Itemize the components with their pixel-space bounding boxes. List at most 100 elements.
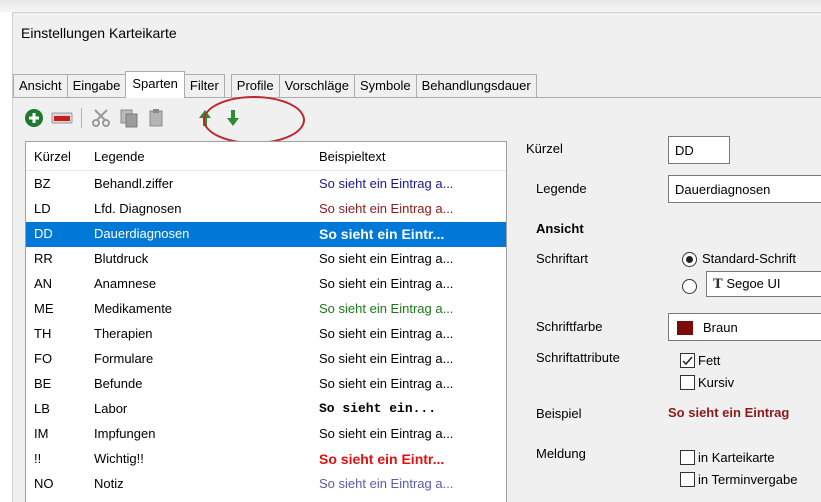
fett-checkbox[interactable] xyxy=(680,353,695,368)
schriftfarbe-label: Schriftfarbe xyxy=(536,319,603,334)
row-legende: Lfd. Diagnosen xyxy=(94,201,182,216)
font-custom-radio[interactable] xyxy=(682,279,697,294)
row-kuerzel: ME xyxy=(34,301,54,316)
kuerzel-label: Kürzel xyxy=(526,141,563,156)
row-legende: Befunde xyxy=(94,376,143,391)
row-beispieltext: So sieht ein Eintrag a... xyxy=(319,351,454,366)
row-beispieltext: So sieht ein Eintr... xyxy=(319,451,445,467)
add-icon[interactable] xyxy=(23,107,45,129)
row-beispieltext: So sieht ein Eintrag a... xyxy=(319,426,454,441)
in-karteikarte-label: in Karteikarte xyxy=(698,450,775,465)
row-legende: Medikamente xyxy=(94,301,173,316)
schriftart-label: Schriftart xyxy=(536,251,589,266)
row-kuerzel: BE xyxy=(34,376,52,391)
backdrop xyxy=(0,0,821,12)
ansicht-heading: Ansicht xyxy=(536,221,584,236)
kursiv-label: Kursiv xyxy=(698,375,735,390)
color-select[interactable]: Braun xyxy=(668,313,821,341)
row-kuerzel: IM xyxy=(34,426,49,441)
table-row[interactable]: DD Dauerdiagnosen So sieht ein Eintr... xyxy=(26,222,506,247)
row-legende: Therapien xyxy=(94,326,153,341)
legende-label: Legende xyxy=(536,181,587,196)
row-kuerzel: BZ xyxy=(34,176,51,191)
beispiel-label: Beispiel xyxy=(536,406,582,421)
kuerzel-field[interactable]: DD xyxy=(668,136,730,164)
row-beispieltext: So sieht ein Eintrag a... xyxy=(319,376,454,391)
table-row[interactable]: !! Wichtig!! So sieht ein Eintr... xyxy=(26,447,506,472)
row-kuerzel: LB xyxy=(34,401,50,416)
header-legende[interactable]: Legende xyxy=(94,149,145,164)
fett-label: Fett xyxy=(698,353,721,368)
header-kuerzel[interactable]: Kürzel xyxy=(34,149,71,164)
row-beispieltext: So sieht ein Eintrag a... xyxy=(319,326,454,341)
table-row[interactable]: TH Therapien So sieht ein Eintrag a... xyxy=(26,322,506,347)
row-beispieltext: So sieht ein Eintrag a... xyxy=(319,251,454,266)
row-kuerzel: AN xyxy=(34,276,53,291)
copy-icon[interactable] xyxy=(118,107,140,129)
header-beispieltext[interactable]: Beispieltext xyxy=(319,149,385,164)
table-row[interactable]: AN Anamnese So sieht ein Eintrag a... xyxy=(26,272,506,297)
row-beispieltext: So sieht ein Eintrag a... xyxy=(319,201,454,216)
row-legende: Dauerdiagnosen xyxy=(94,226,190,241)
row-kuerzel: !! xyxy=(34,451,42,466)
toolbar-separator xyxy=(81,108,82,128)
font-select-value: Segoe UI xyxy=(726,276,781,291)
list-header: Kürzel Legende Beispieltext xyxy=(26,142,506,171)
in-terminvergabe-checkbox[interactable] xyxy=(680,472,695,487)
tab-profile[interactable]: Profile xyxy=(230,74,280,97)
kursiv-checkbox[interactable] xyxy=(680,375,695,390)
cut-icon[interactable] xyxy=(90,107,112,129)
row-legende: Anamnese xyxy=(94,276,157,291)
in-karteikarte-checkbox[interactable] xyxy=(680,450,695,465)
table-row[interactable]: LB Labor So sieht ein... xyxy=(26,397,506,422)
row-kuerzel: RR xyxy=(34,251,53,266)
table-row[interactable]: BE Befunde So sieht ein Eintrag a... xyxy=(26,372,506,397)
row-legende: Behandl.ziffer xyxy=(94,176,174,191)
row-legende: Wichtig!! xyxy=(94,451,144,466)
table-row[interactable]: RR Blutdruck So sieht ein Eintrag a... xyxy=(26,247,506,272)
remove-icon[interactable] xyxy=(51,107,73,129)
row-legende: Blutdruck xyxy=(94,251,149,266)
row-beispieltext: So sieht ein Eintrag a... xyxy=(319,476,454,491)
tab-ansicht[interactable]: Ansicht xyxy=(13,74,68,97)
row-kuerzel: LD xyxy=(34,201,51,216)
row-kuerzel: TH xyxy=(34,326,52,341)
table-row[interactable]: ME Medikamente So sieht ein Eintrag a... xyxy=(26,297,506,322)
color-swatch xyxy=(677,321,693,335)
row-legende: Labor xyxy=(94,401,128,416)
meldung-label: Meldung xyxy=(536,446,586,461)
row-legende: Impfungen xyxy=(94,426,156,441)
row-legende: Notiz xyxy=(94,476,124,491)
highlight-circle xyxy=(203,96,305,144)
schriftattribute-label: Schriftattribute xyxy=(536,350,620,365)
tab-sparten[interactable]: Sparten xyxy=(125,71,185,98)
truetype-icon: T xyxy=(713,277,723,292)
row-kuerzel: DD xyxy=(34,226,53,241)
table-row[interactable]: NO Notiz So sieht ein Eintrag a... xyxy=(26,472,506,497)
row-beispieltext: So sieht ein Eintr... xyxy=(319,226,445,242)
tab-behandlungsdauer[interactable]: Behandlungsdauer xyxy=(415,74,537,97)
tab-symbole[interactable]: Symbole xyxy=(353,74,417,97)
in-terminvergabe-label: in Terminvergabe xyxy=(698,472,798,487)
tab-filter[interactable]: Filter xyxy=(183,74,225,97)
table-row[interactable]: IM Impfungen So sieht ein Eintrag a... xyxy=(26,422,506,447)
row-kuerzel: NO xyxy=(34,476,54,491)
row-beispieltext: So sieht ein... xyxy=(319,401,437,416)
tab-bar: Ansicht Eingabe Sparten Filter Profile V… xyxy=(13,71,537,98)
table-row[interactable]: BZ Behandl.ziffer So sieht ein Eintrag a..… xyxy=(26,172,506,197)
row-legende: Formulare xyxy=(94,351,154,366)
legende-field[interactable]: Dauerdiagnosen xyxy=(668,175,821,203)
color-value: Braun xyxy=(703,320,738,335)
table-row[interactable]: FO Formulare So sieht ein Eintrag a... xyxy=(26,347,506,372)
paste-icon[interactable] xyxy=(146,107,168,129)
font-select[interactable]: T Segoe UI xyxy=(706,271,821,297)
settings-window: Einstellungen Karteikarte Ansicht Eingab… xyxy=(12,12,821,502)
font-standard-radio[interactable] xyxy=(682,252,697,267)
tab-vorschlaege[interactable]: Vorschläge xyxy=(278,74,355,97)
sparten-list[interactable]: Kürzel Legende Beispieltext BZ Behandl.zi… xyxy=(25,141,507,502)
tab-eingabe[interactable]: Eingabe xyxy=(66,74,127,97)
font-standard-label: Standard-Schrift xyxy=(702,251,796,266)
row-beispieltext: So sieht ein Eintrag a... xyxy=(319,176,454,191)
table-row[interactable]: LD Lfd. Diagnosen So sieht ein Eintrag a..… xyxy=(26,197,506,222)
row-beispieltext: So sieht ein Eintrag a... xyxy=(319,301,454,316)
